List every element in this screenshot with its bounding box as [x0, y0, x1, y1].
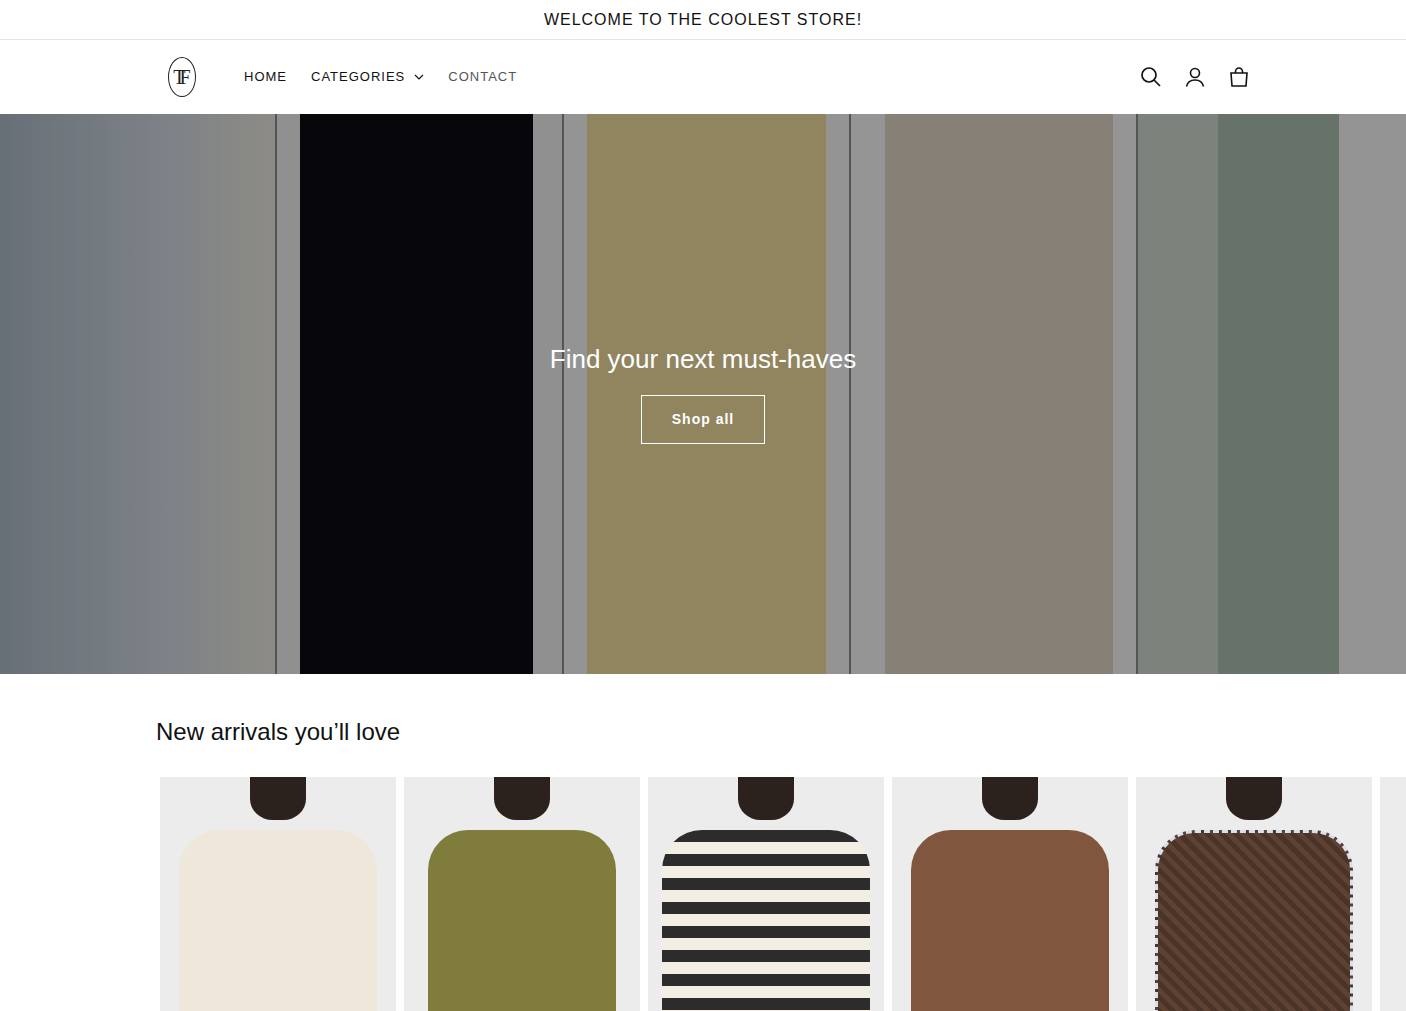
hero-banner: Find your next must-haves Shop all [0, 114, 1406, 674]
nav-label: CATEGORIES [311, 67, 405, 87]
announcement-bar: WELCOME TO THE COOLEST STORE! [0, 0, 1406, 40]
main-nav: HOME CATEGORIES CONTACT [244, 63, 517, 91]
product-card[interactable] [1380, 777, 1406, 1011]
product-carousel[interactable] [156, 777, 1406, 1011]
announcement-text: WELCOME TO THE COOLEST STORE! [544, 8, 862, 32]
cart-icon[interactable] [1228, 66, 1250, 88]
site-header: TF HOME CATEGORIES CONTACT [140, 40, 1266, 114]
header-icons [1140, 66, 1250, 88]
nav-label: HOME [244, 67, 287, 87]
nav-link[interactable]: HOME [244, 63, 287, 91]
shop-all-button[interactable]: Shop all [641, 395, 765, 444]
store-logo[interactable]: TF [168, 57, 196, 97]
nav-link[interactable]: CONTACT [448, 63, 517, 91]
hero-title: Find your next must-haves [550, 344, 856, 375]
search-icon[interactable] [1140, 66, 1162, 88]
chevron-down-icon [414, 74, 424, 80]
product-card[interactable] [160, 777, 396, 1011]
nav-label: CONTACT [448, 67, 517, 87]
new-arrivals: New arrivals you’ll love [0, 718, 1406, 1011]
product-card[interactable] [1136, 777, 1372, 1011]
section-title: New arrivals you’ll love [156, 718, 1250, 747]
product-card[interactable] [892, 777, 1128, 1011]
product-card[interactable] [648, 777, 884, 1011]
nav-link[interactable]: CATEGORIES [311, 63, 424, 91]
account-icon[interactable] [1184, 66, 1206, 88]
product-card[interactable] [404, 777, 640, 1011]
